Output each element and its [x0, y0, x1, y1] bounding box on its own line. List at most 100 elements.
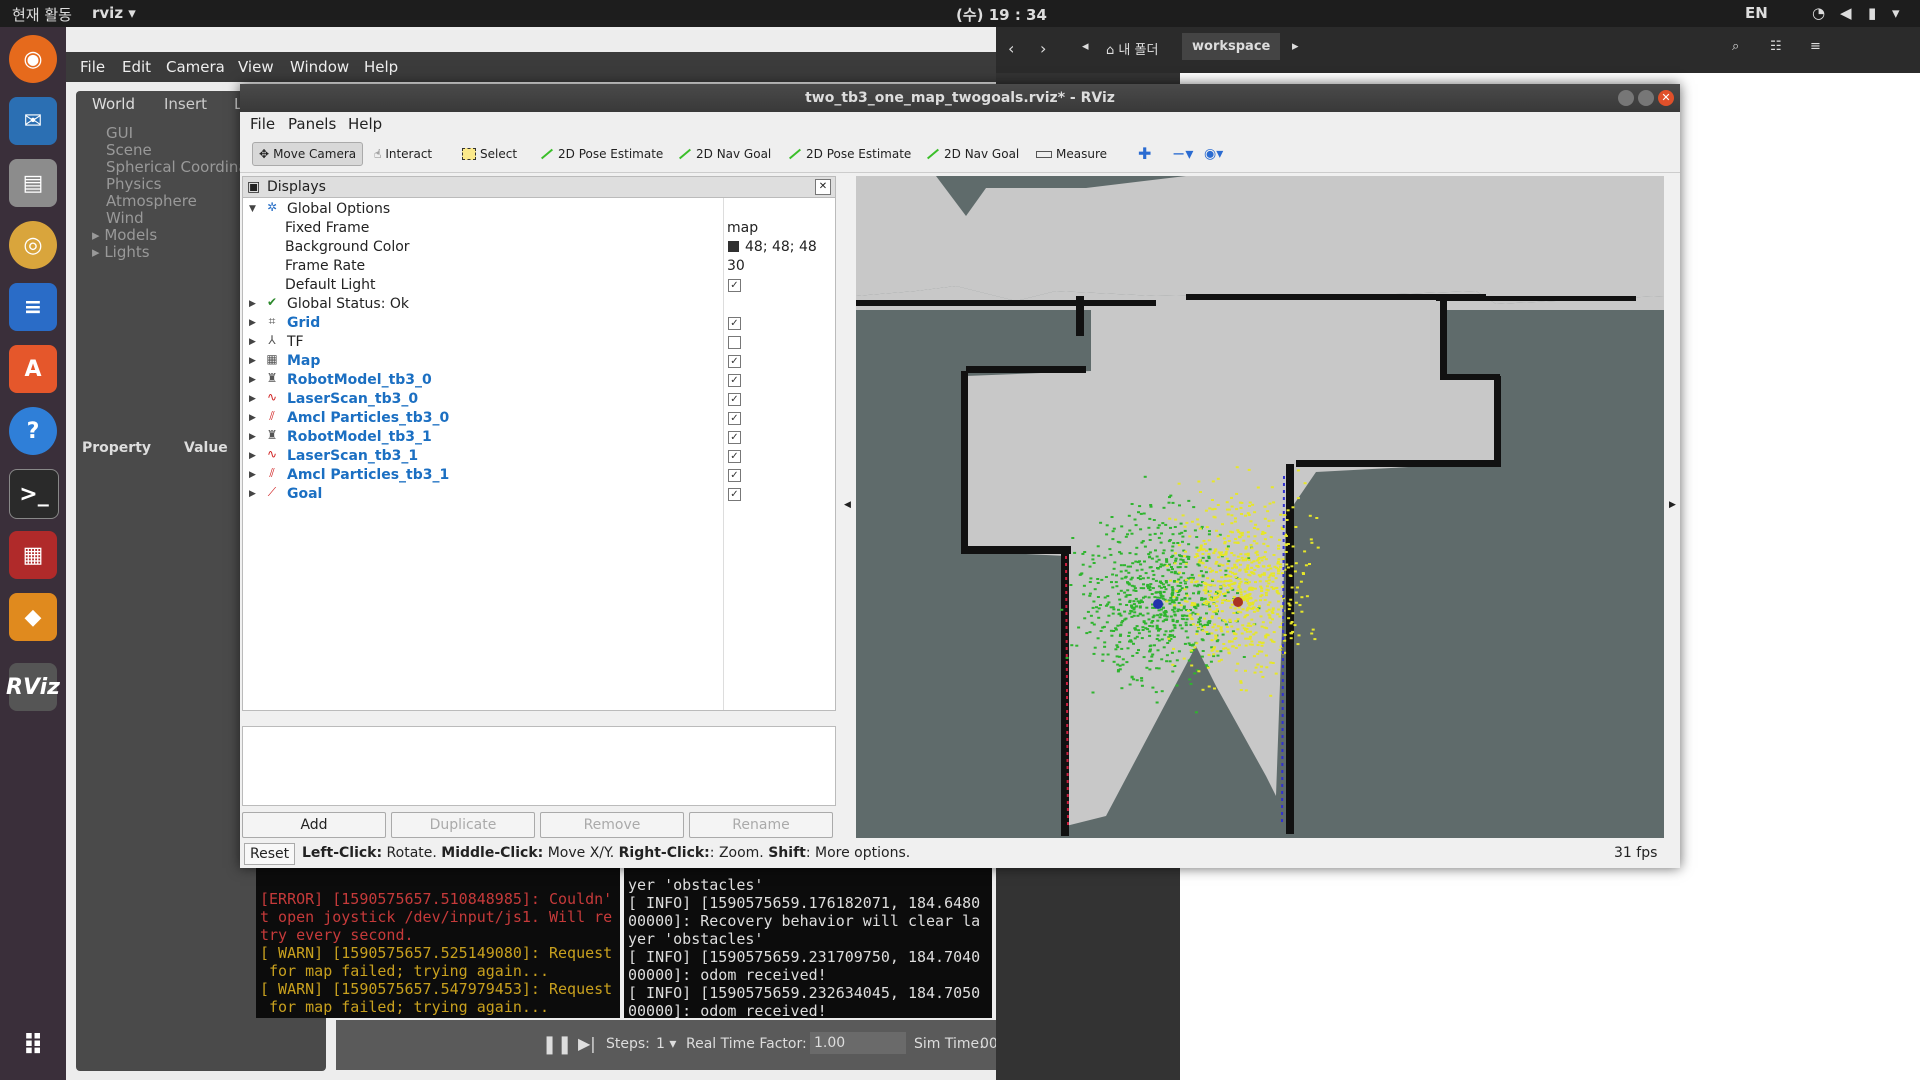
gz-menu-window[interactable]: Window: [290, 58, 349, 76]
gz-tree-item[interactable]: Scene: [106, 141, 152, 159]
gz-menu-file[interactable]: File: [80, 58, 105, 76]
checkbox[interactable]: [728, 336, 741, 349]
nav-goal-tool-2[interactable]: 2D Nav Goal: [920, 142, 1025, 166]
display-row-laserscan-0[interactable]: ▶ ∿ LaserScan_tb3_0 ✓: [243, 390, 833, 409]
maximize-button[interactable]: [1638, 90, 1654, 106]
workspace-crumb[interactable]: workspace: [1182, 33, 1281, 60]
display-row-grid[interactable]: ▶ ⌗ Grid ✓: [243, 314, 833, 333]
terminator-icon[interactable]: ▦: [9, 531, 57, 579]
gazebo-icon[interactable]: ◆: [9, 593, 57, 641]
camera-type-icon[interactable]: ◉▾: [1198, 142, 1229, 166]
gz-menu-edit[interactable]: Edit: [122, 58, 151, 76]
checkbox[interactable]: ✓: [728, 488, 741, 501]
app-menu[interactable]: rviz ▾: [92, 4, 136, 22]
checkbox[interactable]: ✓: [728, 393, 741, 406]
gz-menu-camera[interactable]: Camera: [166, 58, 225, 76]
pose-estimate-tool-1[interactable]: 2D Pose Estimate: [534, 142, 669, 166]
move-camera-tool[interactable]: ✥ Move Camera: [252, 142, 364, 166]
expand-right-icon[interactable]: ▶: [249, 390, 256, 409]
checkbox[interactable]: ✓: [728, 431, 741, 444]
tree-row-fixed-frame[interactable]: Fixed Frame map: [243, 219, 833, 238]
expand-right-icon[interactable]: ▶: [249, 314, 256, 333]
expand-right-icon[interactable]: ▶: [249, 371, 256, 390]
expand-right-icon[interactable]: ▶: [249, 352, 256, 371]
display-row-amcl-1[interactable]: ▶ ⫽ Amcl Particles_tb3_1 ✓: [243, 466, 833, 485]
display-row-robotmodel-0[interactable]: ▶ ♜ RobotModel_tb3_0 ✓: [243, 371, 833, 390]
rviz-menu-help[interactable]: Help: [348, 115, 382, 133]
color-swatch[interactable]: [728, 241, 739, 252]
measure-tool[interactable]: Measure: [1030, 142, 1113, 166]
tree-row-global-status[interactable]: ▶ ✔ Global Status: Ok: [243, 295, 833, 314]
gz-tree-item[interactable]: Physics: [106, 175, 161, 193]
prop-value[interactable]: map: [727, 219, 758, 238]
expand-right-icon[interactable]: ▶: [249, 466, 256, 485]
checkbox[interactable]: ✓: [728, 450, 741, 463]
search-icon[interactable]: ⌕: [1732, 39, 1739, 54]
home-crumb[interactable]: ⌂ 내 폴더: [1106, 39, 1158, 58]
rviz-menu-panels[interactable]: Panels: [288, 115, 336, 133]
rhythmbox-icon[interactable]: ◎: [9, 221, 57, 269]
expand-right-icon[interactable]: ▶: [249, 295, 256, 314]
tree-row-global-options[interactable]: ▼ ✲ Global Options: [243, 200, 833, 219]
forward-icon[interactable]: ›: [1040, 39, 1046, 58]
tree-row-frame-rate[interactable]: Frame Rate 30: [243, 257, 833, 276]
render-view[interactable]: [856, 176, 1664, 838]
rviz-menu-file[interactable]: File: [250, 115, 275, 133]
clock[interactable]: (수) 19 : 34: [956, 4, 1047, 25]
power-menu-icon[interactable]: ▾: [1892, 4, 1900, 22]
checkbox[interactable]: ✓: [728, 355, 741, 368]
display-row-tf[interactable]: ▶ ⅄ TF: [243, 333, 833, 352]
gz-menu-help[interactable]: Help: [364, 58, 398, 76]
minimize-button[interactable]: [1618, 90, 1634, 106]
checkbox[interactable]: ✓: [728, 412, 741, 425]
rviz-icon[interactable]: RViz: [6, 663, 60, 711]
view-toggle-icon[interactable]: ☷: [1770, 39, 1782, 54]
close-button[interactable]: ✕: [1658, 90, 1674, 106]
gz-tree-models[interactable]: ▸ Models: [92, 226, 157, 244]
interact-tool[interactable]: ☝ Interact: [368, 142, 438, 166]
rviz-titlebar[interactable]: two_tb3_one_map_twogoals.rviz* - RViz ✕: [240, 84, 1680, 112]
volume-icon[interactable]: ◀: [1840, 4, 1852, 22]
display-row-laserscan-1[interactable]: ▶ ∿ LaserScan_tb3_1 ✓: [243, 447, 833, 466]
expand-right-icon[interactable]: ▶: [249, 485, 256, 504]
select-tool[interactable]: Select: [456, 142, 523, 166]
battery-icon[interactable]: ▮: [1868, 4, 1876, 22]
collapse-left-icon[interactable]: ◀: [844, 500, 851, 510]
gz-tree-item[interactable]: Spherical Coordinat: [106, 158, 254, 176]
writer-icon[interactable]: ≡: [9, 283, 57, 331]
software-center-icon[interactable]: A: [9, 345, 57, 393]
expand-right-icon[interactable]: ▶: [249, 409, 256, 428]
gz-tree-item[interactable]: Atmosphere: [106, 192, 197, 210]
terminal-left[interactable]: [ERROR] [1590575657.510848985]: Couldn' t…: [256, 868, 620, 1018]
reset-button[interactable]: Reset: [244, 843, 296, 865]
display-row-robotmodel-1[interactable]: ▶ ♜ RobotModel_tb3_1 ✓: [243, 428, 833, 447]
path-right-icon[interactable]: ▸: [1292, 39, 1299, 54]
tree-row-background-color[interactable]: Background Color 48; 48; 48: [243, 238, 833, 257]
gz-menu-view[interactable]: View: [238, 58, 274, 76]
display-row-amcl-0[interactable]: ▶ ⫽ Amcl Particles_tb3_0 ✓: [243, 409, 833, 428]
language-indicator[interactable]: EN: [1745, 4, 1768, 22]
remove-tool-icon[interactable]: −▾: [1166, 142, 1199, 166]
prop-value[interactable]: 30: [727, 257, 745, 276]
expand-right-icon[interactable]: ▶: [249, 447, 256, 466]
checkbox[interactable]: ✓: [728, 279, 741, 292]
terminal-icon[interactable]: >_: [9, 469, 59, 519]
display-row-map[interactable]: ▶ ▦ Map ✓: [243, 352, 833, 371]
close-panel-icon[interactable]: ✕: [815, 179, 831, 195]
rename-button[interactable]: Rename: [689, 812, 833, 838]
hamburger-menu-icon[interactable]: ≡: [1810, 39, 1821, 54]
checkbox[interactable]: ✓: [728, 469, 741, 482]
step-icon[interactable]: ▶|: [578, 1034, 596, 1053]
wifi-icon[interactable]: ◔: [1812, 4, 1825, 22]
remove-button[interactable]: Remove: [540, 812, 684, 838]
collapse-right-icon[interactable]: ▶: [1669, 500, 1676, 510]
back-icon[interactable]: ‹: [1008, 39, 1014, 58]
gz-tree-item[interactable]: GUI: [106, 124, 133, 142]
prop-value[interactable]: 48; 48; 48: [745, 238, 817, 257]
nav-goal-tool-1[interactable]: 2D Nav Goal: [672, 142, 777, 166]
show-apps-icon[interactable]: ⠿: [9, 1021, 57, 1069]
checkbox[interactable]: ✓: [728, 374, 741, 387]
files-icon[interactable]: ▤: [9, 159, 57, 207]
gz-tab-world[interactable]: World: [92, 95, 135, 113]
checkbox[interactable]: ✓: [728, 317, 741, 330]
